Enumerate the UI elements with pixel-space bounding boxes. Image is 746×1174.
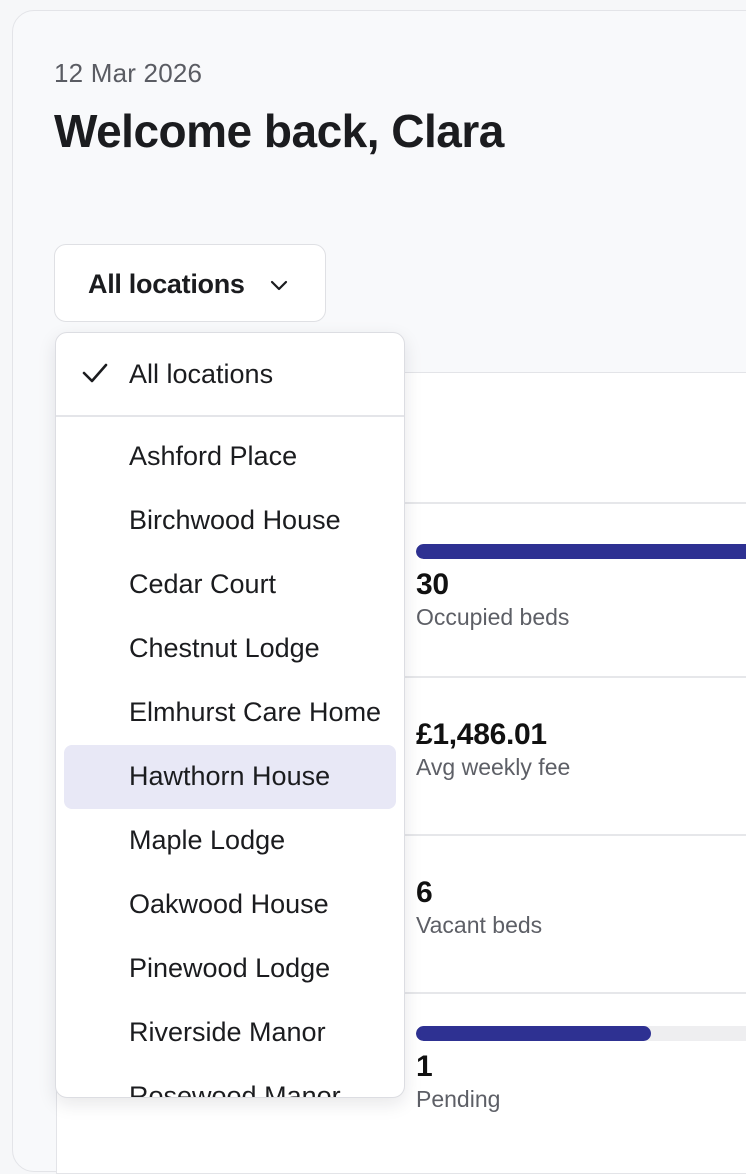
dropdown-option-riverside-manor[interactable]: Riverside Manor [56,1001,404,1065]
avg-weekly-fee-label: Avg weekly fee [416,754,571,780]
occupied-progress-bar [416,544,746,559]
location-dropdown-menu: All locations Ashford Place Birchwood Ho… [55,332,405,1098]
avg-weekly-fee-value: £1,486.01 [416,718,547,751]
dropdown-option-label: Rosewood Manor [129,1081,341,1098]
dropdown-option-cedar-court[interactable]: Cedar Court [56,553,404,617]
dropdown-option-all-locations[interactable]: All locations [56,343,404,407]
occupied-beds-label: Occupied beds [416,604,570,630]
location-select-label: All locations [88,269,245,299]
dropdown-option-label: Pinewood Lodge [129,953,331,983]
occupied-progress-fill [416,544,746,559]
location-select[interactable]: All locations [54,244,326,322]
vacant-beds-value: 6 [416,876,433,909]
dropdown-option-elmhurst-care-home[interactable]: Elmhurst Care Home [56,681,404,745]
stat-divider [404,834,746,836]
dropdown-option-label: Birchwood House [129,505,341,535]
dropdown-option-label: Cedar Court [129,569,277,599]
dropdown-option-rosewood-manor[interactable]: Rosewood Manor [56,1065,404,1098]
chevron-down-icon [270,280,288,291]
pending-progress-fill [416,1026,651,1041]
dropdown-option-hawthorn-house[interactable]: Hawthorn House [56,745,404,809]
dropdown-option-label: Maple Lodge [129,825,286,855]
page-title: Welcome back, Clara [54,105,504,157]
current-date: 12 Mar 2026 [54,58,203,88]
dropdown-option-pinewood-lodge[interactable]: Pinewood Lodge [56,937,404,1001]
dropdown-option-label: Hawthorn House [129,761,331,791]
dropdown-option-maple-lodge[interactable]: Maple Lodge [56,809,404,873]
dropdown-option-label: Chestnut Lodge [129,633,320,663]
dropdown-option-chestnut-lodge[interactable]: Chestnut Lodge [56,617,404,681]
pending-label: Pending [416,1086,501,1112]
occupied-beds-value: 30 [416,568,449,601]
stat-divider [404,992,746,994]
pending-value: 1 [416,1050,433,1083]
dropdown-option-ashford-place[interactable]: Ashford Place [56,425,404,489]
dropdown-option-oakwood-house[interactable]: Oakwood House [56,873,404,937]
stat-divider [404,676,746,678]
dropdown-option-label: Riverside Manor [129,1017,326,1047]
vacant-beds-label: Vacant beds [416,912,543,938]
dropdown-option-birchwood-house[interactable]: Birchwood House [56,489,404,553]
stat-divider [404,502,746,504]
dropdown-option-label: Elmhurst Care Home [129,697,382,727]
dropdown-option-label: Ashford Place [129,441,298,471]
checkmark-icon [82,363,108,383]
dropdown-option-label: Oakwood House [129,889,329,919]
dropdown-separator [56,415,404,417]
dropdown-option-label: All locations [129,359,274,389]
pending-progress-bar [416,1026,746,1041]
